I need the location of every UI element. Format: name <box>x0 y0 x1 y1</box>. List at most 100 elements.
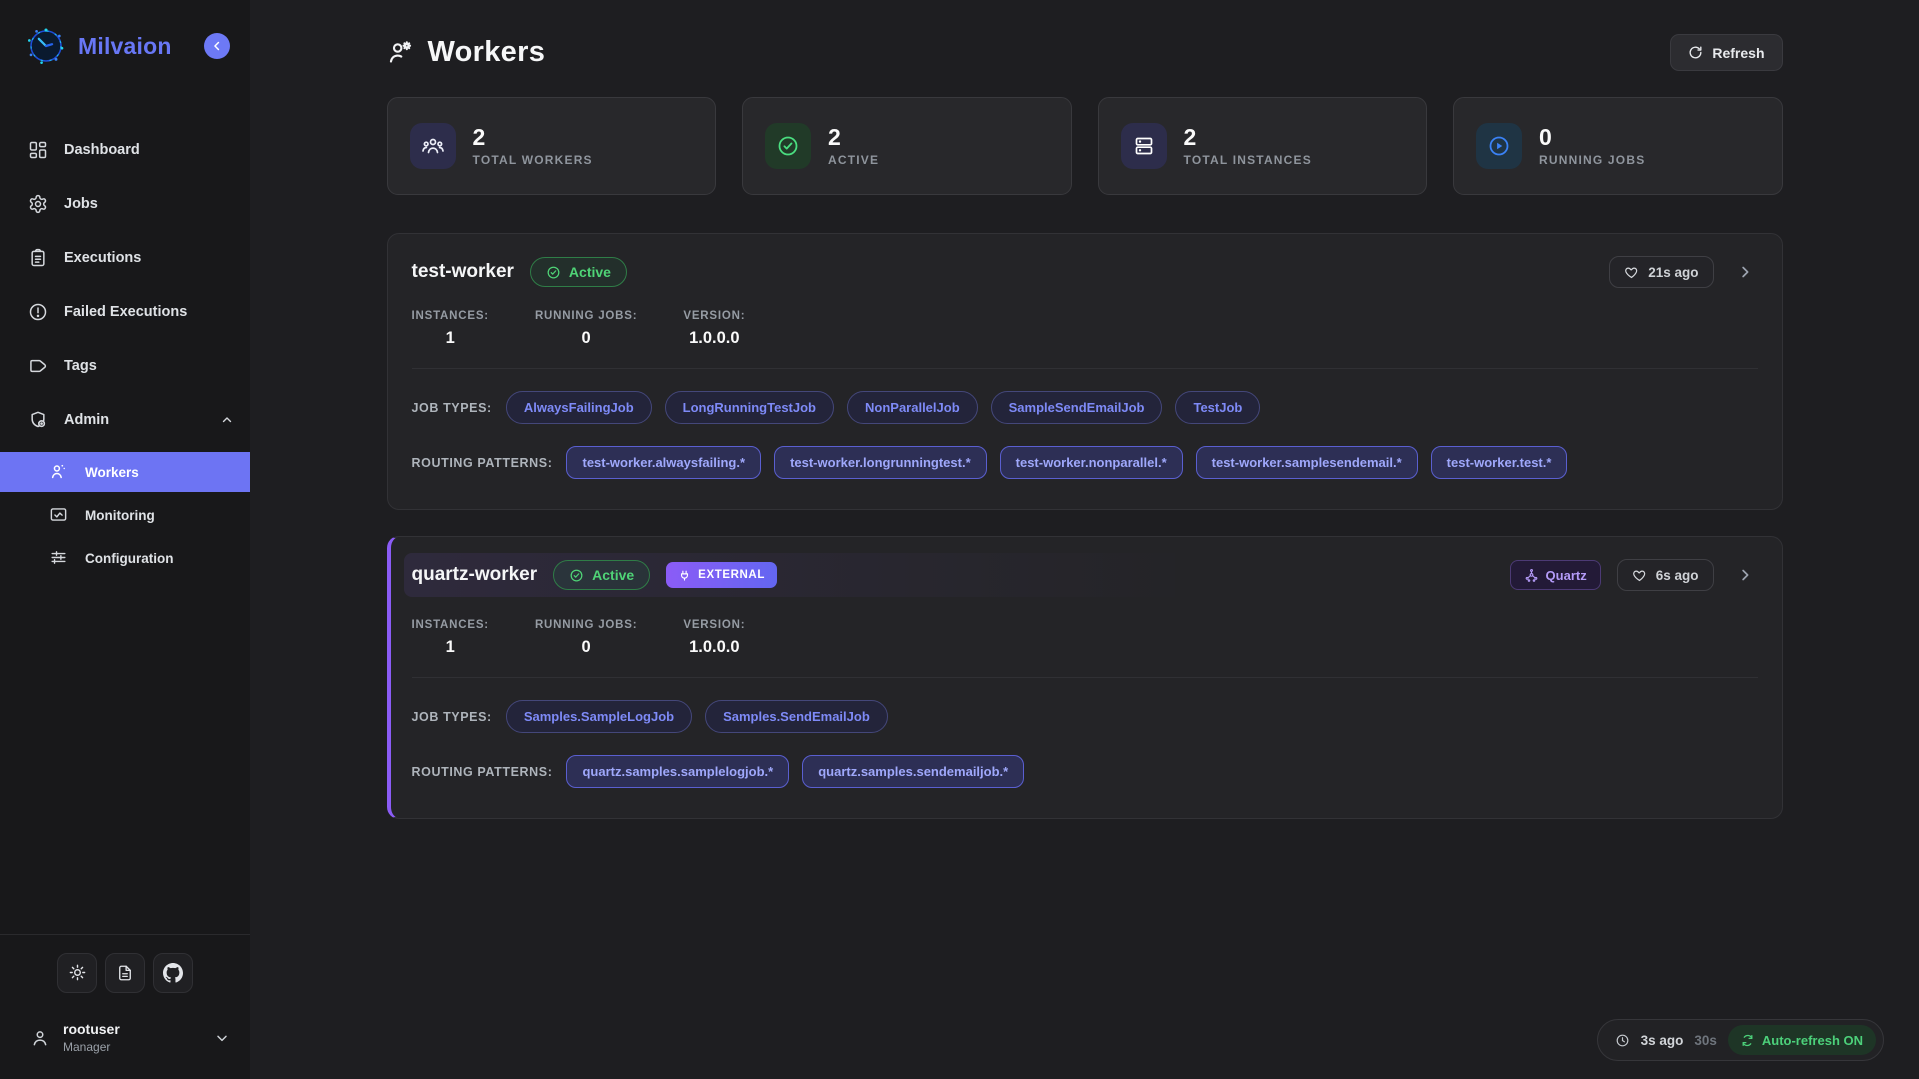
document-icon <box>116 964 134 982</box>
last-refresh-text: 3s ago <box>1641 1033 1684 1048</box>
routing-pattern-chip[interactable]: test-worker.samplesendemail.* <box>1196 446 1418 479</box>
stat-value: 0 <box>1539 125 1645 150</box>
theme-toggle-button[interactable] <box>57 953 97 993</box>
quick-links <box>0 953 250 993</box>
instances-value: 1 <box>446 638 455 657</box>
job-type-chip[interactable]: TestJob <box>1175 391 1260 424</box>
worker-person-icon <box>49 462 69 482</box>
sidebar-item-configuration[interactable]: Configuration <box>0 538 250 578</box>
status-label: Active <box>569 264 611 280</box>
docs-button[interactable] <box>105 953 145 993</box>
brand-name: Milvaion <box>78 33 192 60</box>
sidebar-item-executions[interactable]: Executions <box>0 236 250 280</box>
worker-name: test-worker <box>412 261 514 283</box>
stat-value: 2 <box>473 125 593 150</box>
routing-pattern-chip[interactable]: quartz.samples.samplelogjob.* <box>566 755 789 788</box>
logo-row: Milvaion <box>0 0 250 76</box>
sidebar-collapse-button[interactable] <box>204 33 230 59</box>
stat-label: TOTAL INSTANCES <box>1184 153 1312 167</box>
shield-admin-icon <box>28 410 48 430</box>
github-button[interactable] <box>153 953 193 993</box>
version-value: 1.0.0.0 <box>689 329 739 348</box>
clock-logo-icon <box>26 26 66 66</box>
job-type-chip[interactable]: SampleSendEmailJob <box>991 391 1163 424</box>
user-menu[interactable]: rootuser Manager <box>0 993 250 1079</box>
instances-label: INSTANCES: <box>412 619 489 631</box>
main-content: Workers Refresh 2 TOTAL W <box>250 0 1919 1079</box>
refresh-button[interactable]: Refresh <box>1670 34 1782 71</box>
card-divider <box>412 368 1758 369</box>
routing-pattern-chip[interactable]: quartz.samples.sendemailjob.* <box>802 755 1024 788</box>
refresh-interval-text: 30s <box>1694 1033 1717 1048</box>
people-group-icon <box>410 123 456 169</box>
last-seen-pill[interactable]: 21s ago <box>1609 256 1713 288</box>
routing-pattern-chip[interactable]: test-worker.test.* <box>1431 446 1568 479</box>
worker-card-header: quartz-worker Active EXTERNAL <box>404 553 1764 597</box>
chevron-right-icon <box>1736 263 1754 281</box>
sidebar-item-admin[interactable]: Admin <box>0 398 250 442</box>
routing-patterns-label: ROUTING PATTERNS: <box>412 765 553 779</box>
sidebar-item-label: Jobs <box>64 196 98 212</box>
job-type-chip[interactable]: LongRunningTestJob <box>665 391 834 424</box>
card-divider <box>412 677 1758 678</box>
app-window: Milvaion Dashboard Jobs <box>0 0 1919 1079</box>
sidebar-item-tags[interactable]: Tags <box>0 344 250 388</box>
sidebar-item-workers[interactable]: Workers <box>0 452 250 492</box>
chevron-up-icon <box>220 413 234 427</box>
job-type-chip[interactable]: AlwaysFailingJob <box>506 391 652 424</box>
chevron-down-icon <box>214 1030 230 1046</box>
job-type-chip[interactable]: NonParallelJob <box>847 391 978 424</box>
routing-patterns-label: ROUTING PATTERNS: <box>412 456 553 470</box>
stat-value: 2 <box>828 125 879 150</box>
stat-card-running-jobs: 0 RUNNING JOBS <box>1453 97 1783 195</box>
auto-refresh-toggle[interactable]: Auto-refresh ON <box>1728 1025 1876 1055</box>
sidebar-item-failed-executions[interactable]: Failed Executions <box>0 290 250 334</box>
chevron-left-icon <box>210 39 224 53</box>
refresh-status-bar: 3s ago 30s Auto-refresh ON <box>1597 1019 1884 1061</box>
routing-pattern-chip[interactable]: test-worker.alwaysfailing.* <box>566 446 761 479</box>
job-types-row: JOB TYPES: Samples.SampleLogJobSamples.S… <box>412 700 1758 733</box>
heart-icon <box>1624 265 1639 280</box>
routing-pattern-chip[interactable]: test-worker.longrunningtest.* <box>774 446 987 479</box>
job-type-chip[interactable]: Samples.SampleLogJob <box>506 700 692 733</box>
job-type-chips: Samples.SampleLogJob Samples.SendEmailJob <box>506 700 888 733</box>
user-meta: rootuser Manager <box>63 1021 201 1056</box>
status-badge-active: Active <box>553 560 650 590</box>
dashboard-grid-icon <box>28 140 48 160</box>
github-icon <box>163 963 183 983</box>
sidebar-item-label: Monitoring <box>85 508 155 523</box>
running-jobs-value: 0 <box>582 638 591 657</box>
plug-icon <box>678 569 691 582</box>
monitoring-chart-icon <box>49 505 69 525</box>
server-icon <box>1121 123 1167 169</box>
gear-icon <box>28 194 48 214</box>
external-badge: EXTERNAL <box>666 562 777 588</box>
sidebar-item-monitoring[interactable]: Monitoring <box>0 495 250 535</box>
sidebar-item-dashboard[interactable]: Dashboard <box>0 128 250 172</box>
check-circle-icon <box>546 265 561 280</box>
sidebar-nav: Dashboard Jobs Executions Failed Executi… <box>0 118 250 581</box>
sidebar-item-label: Failed Executions <box>64 304 187 320</box>
worker-mini-stats: INSTANCES: 1 RUNNING JOBS: 0 VERSION: 1.… <box>412 310 1758 348</box>
workers-gear-icon <box>387 39 414 66</box>
last-seen-label: 6s ago <box>1656 568 1699 583</box>
expand-worker-button[interactable] <box>1732 259 1758 285</box>
stats-row: 2 TOTAL WORKERS 2 ACTIVE <box>387 97 1783 195</box>
expand-worker-button[interactable] <box>1732 562 1758 588</box>
running-jobs-label: RUNNING JOBS: <box>535 310 637 322</box>
routing-pattern-chip[interactable]: test-worker.nonparallel.* <box>1000 446 1183 479</box>
instances-label: INSTANCES: <box>412 310 489 322</box>
play-circle-icon <box>1476 123 1522 169</box>
heart-icon <box>1632 568 1647 583</box>
stat-label: ACTIVE <box>828 153 879 167</box>
tag-icon <box>28 356 48 376</box>
sidebar-item-label: Workers <box>85 465 139 480</box>
alert-circle-icon <box>28 302 48 322</box>
worker-card-quartz-worker: quartz-worker Active EXTERNAL <box>387 536 1783 819</box>
sidebar-item-jobs[interactable]: Jobs <box>0 182 250 226</box>
user-name: rootuser <box>63 1021 201 1039</box>
quartz-badge[interactable]: Quartz <box>1510 560 1601 590</box>
worker-mini-stats: INSTANCES: 1 RUNNING JOBS: 0 VERSION: 1.… <box>412 619 1758 657</box>
job-type-chip[interactable]: Samples.SendEmailJob <box>705 700 888 733</box>
last-seen-pill[interactable]: 6s ago <box>1617 559 1714 591</box>
